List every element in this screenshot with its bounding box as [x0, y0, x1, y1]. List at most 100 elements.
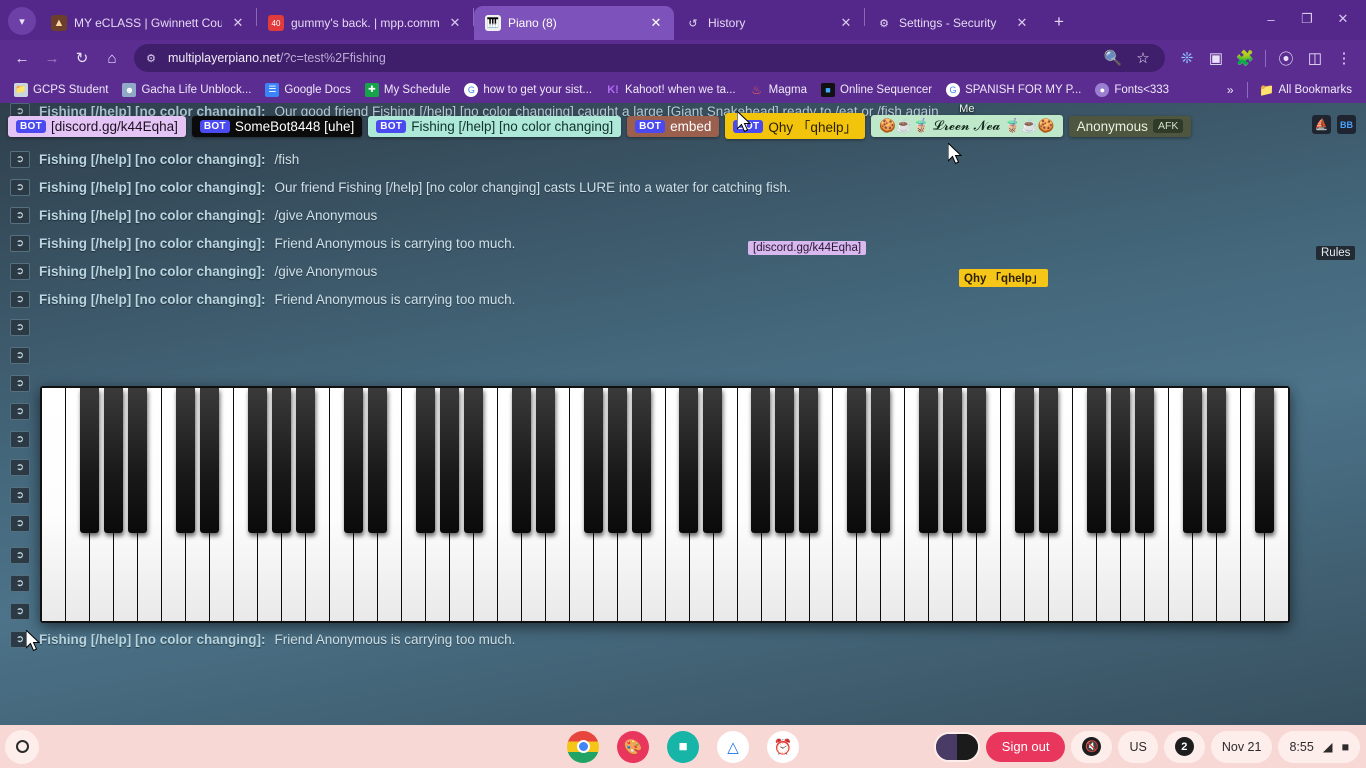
new-tab-button[interactable]: + — [1046, 9, 1072, 35]
piano-white-key[interactable] — [1265, 388, 1289, 621]
sparkle-icon[interactable]: ❊ — [1173, 44, 1201, 72]
piano-white-key[interactable] — [689, 388, 714, 621]
notification-counter[interactable]: 2 — [1163, 730, 1205, 763]
tab-close-icon[interactable]: ✕ — [1013, 14, 1031, 32]
piano-white-key[interactable] — [641, 388, 666, 621]
tab-close-icon[interactable]: ✕ — [446, 14, 464, 32]
piano-white-key[interactable] — [665, 388, 690, 621]
forward-button[interactable]: → — [38, 44, 66, 72]
piano-white-key[interactable] — [953, 388, 978, 621]
piano-white-key[interactable] — [209, 388, 234, 621]
piano-white-key[interactable] — [1097, 388, 1122, 621]
user-badge-anonymous[interactable]: Anonymous AFK — [1068, 115, 1192, 137]
menu-icon[interactable]: ⋮ — [1330, 44, 1358, 72]
piano-white-key[interactable] — [1001, 388, 1026, 621]
piano-white-key[interactable] — [617, 388, 642, 621]
site-settings-icon[interactable]: ⚙ — [142, 49, 160, 67]
bb-icon[interactable]: BB — [1337, 115, 1356, 134]
extensions-icon[interactable]: 🧩 — [1231, 44, 1259, 72]
piano-white-key[interactable] — [473, 388, 498, 621]
close-window-button[interactable]: ✕ — [1326, 6, 1360, 32]
piano-white-key[interactable] — [857, 388, 882, 621]
piano-white-key[interactable] — [545, 388, 570, 621]
piano-white-key[interactable] — [42, 388, 66, 621]
piano-white-key[interactable] — [89, 388, 114, 621]
piano-white-key[interactable] — [977, 388, 1002, 621]
piano-white-key[interactable] — [785, 388, 810, 621]
piano-white-key[interactable] — [425, 388, 450, 621]
bookmark-fonts[interactable]: ● Fonts<333 — [1089, 80, 1175, 100]
tab-piano[interactable]: 🎹 Piano (8) ✕ — [474, 6, 674, 40]
search-icon[interactable]: 🔍 — [1099, 44, 1127, 72]
piano-white-key[interactable] — [185, 388, 210, 621]
bookmark-how-to-get-your-sister[interactable]: G how to get your sist... — [458, 80, 598, 100]
piano-keyboard[interactable] — [40, 386, 1290, 623]
piano-white-key[interactable] — [593, 388, 618, 621]
piano-white-key[interactable] — [449, 388, 474, 621]
white-keys[interactable] — [42, 388, 1289, 621]
tab-close-icon[interactable]: ✕ — [229, 14, 247, 32]
bookmark-online-sequencer[interactable]: ■ Online Sequencer — [815, 80, 938, 100]
piano-white-key[interactable] — [233, 388, 258, 621]
keyboard-layout-button[interactable]: US — [1118, 730, 1158, 763]
sign-out-button[interactable]: Sign out — [985, 731, 1066, 762]
piano-white-key[interactable] — [905, 388, 930, 621]
discord-icon[interactable]: ⛵ — [1312, 115, 1331, 134]
bookmark-gacha-life[interactable]: ☻ Gacha Life Unblock... — [116, 80, 257, 100]
piano-white-key[interactable] — [161, 388, 186, 621]
piano-white-key[interactable] — [1145, 388, 1170, 621]
tab-close-icon[interactable]: ✕ — [647, 14, 665, 32]
piano-white-key[interactable] — [377, 388, 402, 621]
piano-white-key[interactable] — [569, 388, 594, 621]
piano-white-key[interactable] — [713, 388, 738, 621]
mute-icon[interactable]: 🔇 — [1071, 730, 1113, 763]
bookmark-magma[interactable]: ♨ Magma — [744, 80, 813, 100]
tab-close-icon[interactable]: ✕ — [837, 14, 855, 32]
piano-white-key[interactable] — [1217, 388, 1242, 621]
piano-white-key[interactable] — [65, 388, 90, 621]
user-badge-me[interactable]: Me 🍪☕🧋 𝓛𝓻𝓮𝓮𝓷 𝓝𝓮𝓪 🧋☕🍪 — [870, 103, 1063, 137]
piano-white-key[interactable] — [353, 388, 378, 621]
tab-settings-security[interactable]: ⚙ Settings - Security ✕ — [865, 6, 1040, 40]
status-area[interactable]: 8:55 ◢ ■ — [1278, 730, 1360, 763]
piano-white-key[interactable] — [833, 388, 858, 621]
star-icon[interactable]: ☆ — [1129, 44, 1157, 72]
chrome-icon[interactable] — [567, 730, 599, 763]
piano-white-key[interactable] — [401, 388, 426, 621]
bookmark-my-schedule[interactable]: ✚ My Schedule — [359, 80, 456, 100]
drive-icon[interactable]: △ — [717, 730, 749, 763]
bookmark-spanish-for-my-p[interactable]: G SPANISH FOR MY P... — [940, 80, 1087, 100]
clock-icon[interactable]: ⏰ — [767, 730, 799, 763]
piano-white-key[interactable] — [281, 388, 306, 621]
minimize-button[interactable]: – — [1254, 6, 1288, 32]
piano-white-key[interactable] — [1025, 388, 1050, 621]
side-panel-icon[interactable]: ◫ — [1301, 44, 1329, 72]
date-display[interactable]: Nov 21 — [1210, 730, 1273, 763]
leaf-icon[interactable]: ⦿ — [1272, 44, 1300, 72]
home-button[interactable]: ⌂ — [98, 44, 126, 72]
piano-white-key[interactable] — [1193, 388, 1218, 621]
piano-white-key[interactable] — [305, 388, 330, 621]
back-button[interactable]: ← — [8, 44, 36, 72]
tab-search-icon[interactable]: ▾ — [8, 7, 36, 35]
split-view-icon[interactable]: ▣ — [1202, 44, 1230, 72]
piano-white-key[interactable] — [113, 388, 138, 621]
piano-white-key[interactable] — [929, 388, 954, 621]
maximize-button[interactable]: ❐ — [1290, 6, 1324, 32]
piano-white-key[interactable] — [1121, 388, 1146, 621]
piano-white-key[interactable] — [137, 388, 162, 621]
piano-white-key[interactable] — [737, 388, 762, 621]
bookmark-gcps-student[interactable]: 📁 GCPS Student — [8, 80, 114, 100]
piano-white-key[interactable] — [761, 388, 786, 621]
piano-white-key[interactable] — [809, 388, 834, 621]
user-badge-embed[interactable]: BOT embed — [627, 115, 720, 137]
piano-white-key[interactable] — [329, 388, 354, 621]
canvas-icon[interactable]: 🎨 — [617, 730, 649, 763]
tab-history[interactable]: ↺ History ✕ — [674, 6, 864, 40]
piano-white-key[interactable] — [1073, 388, 1098, 621]
tab-gummys-back[interactable]: 40 gummy's back. | mpp.commun ✕ — [257, 6, 473, 40]
reload-button[interactable]: ↻ — [68, 44, 96, 72]
piano-white-key[interactable] — [881, 388, 906, 621]
piano-white-key[interactable] — [1241, 388, 1266, 621]
screen-thumbnail[interactable] — [933, 731, 980, 762]
